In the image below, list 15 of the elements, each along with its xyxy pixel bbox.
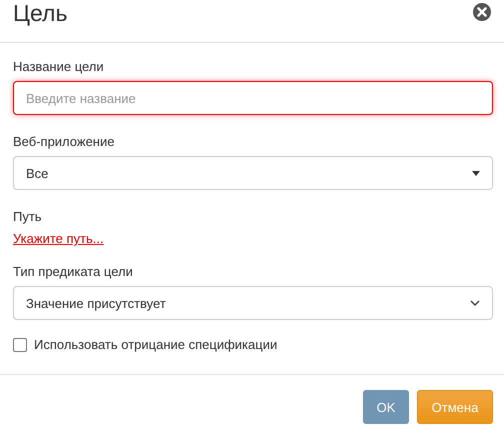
field-label: Веб-приложение: [13, 134, 114, 150]
predicate-type-dropdown[interactable]: Значение присутствует: [13, 286, 493, 320]
close-icon[interactable]: [473, 3, 491, 21]
field-label: Тип предиката цели: [13, 264, 133, 280]
field-label: Название цели: [13, 59, 104, 75]
chevron-down-icon: [470, 300, 480, 306]
caret-icon: [472, 170, 480, 176]
web-app-dropdown[interactable]: Все: [13, 156, 493, 190]
checkbox-label: Использовать отрицание спецификации: [34, 337, 278, 352]
checkbox[interactable]: [13, 338, 27, 352]
ok-button[interactable]: OK: [363, 390, 409, 424]
name-input-field[interactable]: Введите название: [13, 81, 493, 115]
path-link[interactable]: Укажите путь...: [13, 231, 104, 247]
dialog-title: Цель: [13, 0, 68, 26]
field-label: Путь: [13, 209, 42, 225]
